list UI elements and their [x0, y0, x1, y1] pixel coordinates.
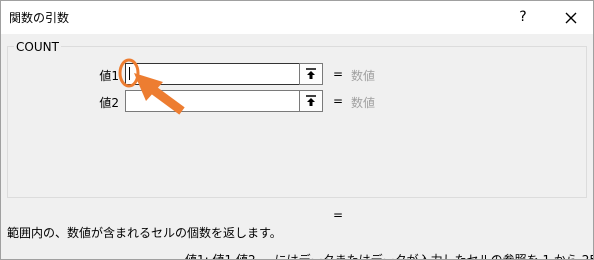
function-name: COUNT	[14, 40, 61, 54]
dialog-title: 関数の引数	[9, 11, 70, 25]
arg1-label: 値1	[99, 69, 119, 83]
help-button[interactable]: ?	[509, 4, 537, 30]
help-icon: ?	[519, 9, 527, 25]
arg2-label: 値2	[99, 96, 119, 110]
collapse-dialog-icon	[306, 95, 316, 106]
arg2-collapse-button[interactable]	[299, 90, 323, 112]
title-bar[interactable]: 関数の引数 ?	[1, 1, 593, 34]
arg2-result: 数値	[351, 96, 376, 110]
argument-description: 値1: 値1,値2,... にはデータまたはデータが入力したセルの参照を 1 か…	[185, 253, 593, 260]
function-arguments-dialog: 関数の引数 ? COUNT 値1 = 数値 値2 = 数値 = 範囲内の、数値が…	[0, 0, 594, 260]
text-caret	[129, 67, 130, 80]
arg1-collapse-button[interactable]	[299, 63, 323, 85]
function-description: 範囲内の、数値が含まれるセルの個数を返します。	[7, 226, 282, 240]
formula-result-equals: =	[333, 208, 344, 222]
arg1-result: 数値	[351, 69, 376, 83]
arg2-equals: =	[333, 94, 344, 108]
arg1-input[interactable]	[125, 63, 323, 85]
arg1-equals: =	[333, 67, 344, 81]
arg2-input[interactable]	[125, 90, 323, 112]
close-icon	[565, 12, 577, 23]
close-button[interactable]	[553, 4, 589, 30]
collapse-dialog-icon	[306, 68, 316, 79]
